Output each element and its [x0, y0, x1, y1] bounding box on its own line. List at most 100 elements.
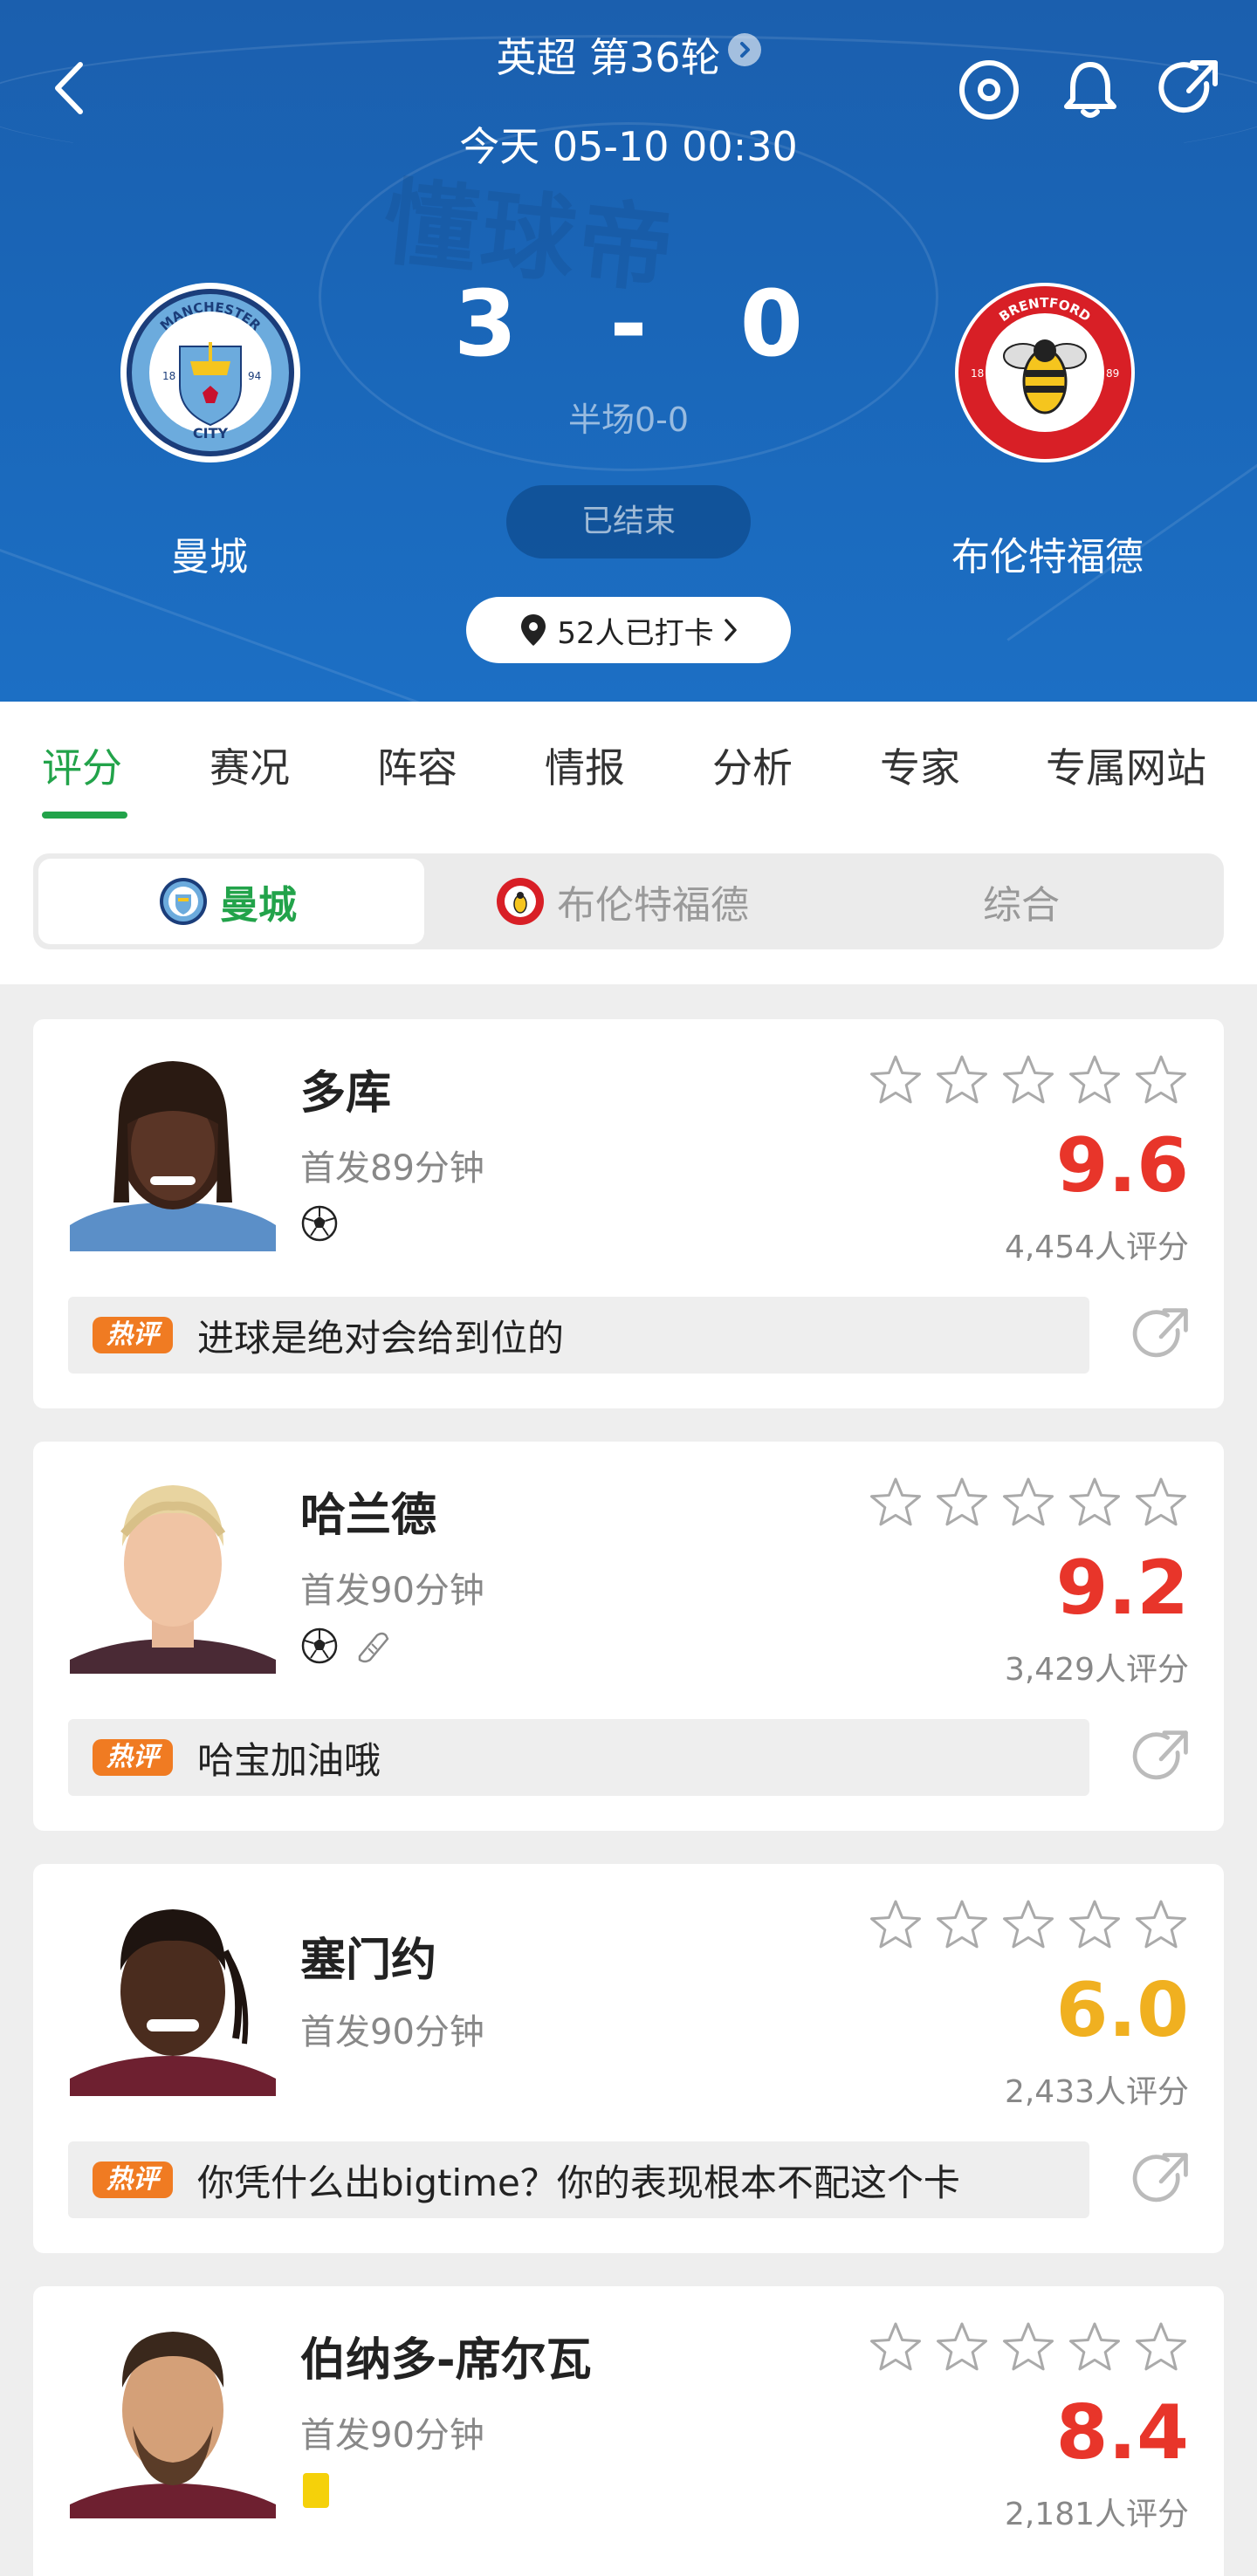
player-photo: [70, 1045, 276, 1251]
away-score: 0: [739, 271, 803, 377]
player-minutes: 首发90分钟: [300, 2415, 484, 2456]
star-icon[interactable]: [868, 1475, 924, 1534]
hot-comment-text: 你凭什么出bigtime？你的表现根本不配这个卡: [197, 2161, 960, 2204]
share-rating-button[interactable]: [1131, 1728, 1192, 1789]
away-team-name[interactable]: 布伦特福德: [908, 525, 1187, 581]
team-segment-wrapper: 曼城 布伦特福德 综合: [0, 819, 1257, 984]
tab-experts[interactable]: 专家: [880, 736, 960, 794]
rating-count: 4,454人评分: [1004, 1230, 1189, 1265]
rating-count: 2,181人评分: [1004, 2497, 1189, 2532]
goal-icon: [301, 1627, 338, 1664]
hot-comment-badge: 热评: [93, 2162, 173, 2198]
player-card[interactable]: 多库 首发89分钟 9.6 4,454人评分 热评 进球是绝对会给到位的: [33, 1019, 1224, 1408]
home-score: 3: [454, 271, 518, 377]
tab-live[interactable]: 赛况: [210, 736, 290, 794]
player-photo: [70, 1890, 276, 2096]
hot-comment[interactable]: 热评 进球是绝对会给到位的: [68, 1297, 1089, 1374]
star-icon[interactable]: [1133, 2319, 1189, 2379]
segment-away[interactable]: 布伦特福德: [496, 853, 749, 949]
player-card[interactable]: 哈兰德 首发90分钟 9.2 3,429人评分 热评 哈宝加油哦: [33, 1442, 1224, 1831]
checkin-button[interactable]: 52人已打卡: [466, 597, 791, 663]
away-team-mini-crest: [497, 878, 544, 925]
star-icon[interactable]: [1133, 1052, 1189, 1112]
player-card[interactable]: 塞门约 首发90分钟 6.0 2,433人评分 热评 你凭什么出bigtime？…: [33, 1864, 1224, 2253]
share-icon: [1132, 1308, 1188, 1358]
tab-lineup[interactable]: 阵容: [377, 736, 457, 794]
player-name: 伯纳多-席尔瓦: [300, 2334, 592, 2387]
score-separator: -: [609, 271, 648, 377]
star-icon[interactable]: [934, 1475, 990, 1534]
active-tab-indicator: [42, 812, 127, 819]
star-icon[interactable]: [868, 2319, 924, 2379]
hot-comment-badge: 热评: [93, 1317, 173, 1353]
segment-home[interactable]: 曼城: [159, 853, 297, 949]
star-icon[interactable]: [1133, 1475, 1189, 1534]
player-name: 塞门约: [300, 1935, 437, 1987]
player-photo: [70, 2312, 276, 2518]
player-events: [300, 1204, 339, 1243]
segment-combined-label: 综合: [983, 883, 1060, 928]
home-team-mini-crest: [160, 878, 207, 925]
player-events: [300, 2471, 332, 2510]
share-rating-button[interactable]: [1131, 2150, 1192, 2211]
assist-boot-icon: [358, 1632, 389, 1663]
star-icon[interactable]: [1000, 1897, 1056, 1956]
tab-bar: 评分 赛况 阵容 情报 分析 专家 专属网站: [0, 702, 1257, 819]
share-icon: [1132, 2153, 1188, 2203]
rating-stars[interactable]: [868, 1897, 1189, 1956]
target-icon: [959, 60, 1019, 120]
hot-comment[interactable]: 热评 哈宝加油哦: [68, 1719, 1089, 1796]
star-icon[interactable]: [934, 1052, 990, 1112]
share-icon: [1132, 1730, 1188, 1780]
rating-count: 2,433人评分: [1004, 2074, 1189, 2110]
star-icon[interactable]: [1000, 1475, 1056, 1534]
star-icon[interactable]: [1067, 1897, 1123, 1956]
halftime-score: 半场0-0: [567, 401, 690, 439]
tab-ratings[interactable]: 评分: [42, 736, 122, 794]
chevron-right-circle-icon: [727, 33, 761, 66]
player-name: 多库: [300, 1067, 392, 1120]
rating-stars[interactable]: [868, 2319, 1189, 2379]
star-icon[interactable]: [1067, 1052, 1123, 1112]
rating-stars[interactable]: [868, 1052, 1189, 1112]
scoreboard: 3 - 0: [454, 271, 803, 377]
player-photo: [70, 1468, 276, 1674]
player-rating: 6.0: [1055, 1967, 1189, 2054]
svg-text:94: 94: [248, 370, 261, 382]
share-icon: [1158, 60, 1218, 113]
star-icon[interactable]: [1133, 1897, 1189, 1956]
hot-comment-text: 进球是绝对会给到位的: [197, 1316, 565, 1360]
star-icon[interactable]: [868, 1897, 924, 1956]
star-icon[interactable]: [934, 2319, 990, 2379]
player-card[interactable]: 伯纳多-席尔瓦 首发90分钟 8.4 2,181人评分: [33, 2286, 1224, 2576]
tab-analysis[interactable]: 分析: [712, 736, 793, 794]
tab-intel[interactable]: 情报: [545, 736, 625, 794]
player-minutes: 首发89分钟: [300, 1148, 484, 1189]
star-icon[interactable]: [934, 1897, 990, 1956]
player-name: 哈兰德: [300, 1490, 437, 1542]
match-time: 今天 05-10 00:30: [459, 123, 798, 170]
share-button[interactable]: [1157, 58, 1222, 122]
player-minutes: 首发90分钟: [300, 2012, 484, 2052]
star-icon[interactable]: [868, 1052, 924, 1112]
hot-comment-text: 哈宝加油哦: [197, 1738, 381, 1782]
star-icon[interactable]: [1000, 2319, 1056, 2379]
segment-combined[interactable]: 综合: [983, 853, 1060, 949]
home-team-name[interactable]: 曼城: [79, 525, 340, 581]
rating-stars[interactable]: [868, 1475, 1189, 1534]
svg-text:18: 18: [971, 367, 984, 380]
yellow-card-icon: [303, 2473, 329, 2508]
segment-home-label: 曼城: [220, 883, 297, 928]
tab-exclusive-site[interactable]: 专属网站: [1046, 736, 1206, 794]
rating-count: 3,429人评分: [1004, 1652, 1189, 1688]
share-rating-button[interactable]: [1131, 1305, 1192, 1367]
checkin-label: 52人已打卡: [557, 615, 714, 651]
hot-comment[interactable]: 热评 你凭什么出bigtime？你的表现根本不配这个卡: [68, 2141, 1089, 2218]
star-icon[interactable]: [1067, 2319, 1123, 2379]
star-icon[interactable]: [1000, 1052, 1056, 1112]
live-stream-button[interactable]: [957, 58, 1021, 122]
player-events: [300, 1627, 393, 1665]
notification-button[interactable]: [1058, 58, 1123, 122]
player-rating: 8.4: [1055, 2389, 1189, 2477]
star-icon[interactable]: [1067, 1475, 1123, 1534]
